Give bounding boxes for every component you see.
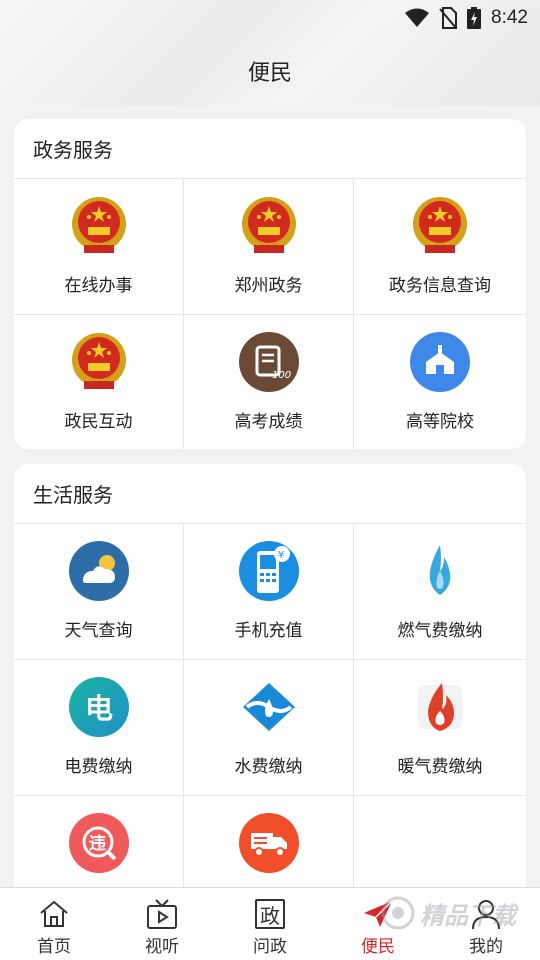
- gas-flame-icon: [409, 540, 471, 602]
- nav-item-mine[interactable]: 我的: [432, 888, 540, 960]
- paper-plane-icon: [362, 898, 394, 930]
- status-bar: 8:42: [405, 6, 528, 30]
- life-services-title: 生活服务: [14, 464, 526, 524]
- life-item-weather[interactable]: 天气查询: [14, 524, 184, 660]
- zheng-glyph: 政: [255, 899, 285, 929]
- exam-score-icon: 100: [238, 331, 300, 393]
- nav-label: 视听: [145, 937, 179, 957]
- gov-item-zhengzhou-affairs[interactable]: 郑州政务: [184, 179, 354, 315]
- life-item-label: 手机充值: [234, 621, 303, 641]
- gov-item-university[interactable]: 高等院校: [354, 315, 526, 449]
- university-icon: [409, 331, 471, 393]
- life-item-label: 燃气费缴纳: [397, 621, 483, 641]
- page-title: 便民: [247, 61, 292, 86]
- no-sim-icon: [439, 7, 458, 29]
- gov-item-label: 高考成绩: [234, 412, 303, 432]
- national-emblem-icon: [409, 195, 471, 257]
- wifi-icon: [405, 8, 430, 28]
- heating-flame-icon: [409, 676, 471, 738]
- gov-item-label: 高等院校: [406, 412, 474, 432]
- tv-play-icon: [146, 898, 178, 930]
- gov-item-online-affairs[interactable]: 在线办事: [14, 179, 184, 315]
- life-item-label: 水费缴纳: [234, 757, 303, 777]
- gov-item-interaction[interactable]: 政民互动: [14, 315, 184, 449]
- svg-text:违: 违: [89, 833, 106, 854]
- life-services-card: 生活服务 天气查询 ¥ 手机充值 燃气费缴纳 电 电费缴纳 水费缴纳 暖气费缴纳…: [14, 464, 526, 904]
- weather-icon: [68, 540, 130, 602]
- life-item-water[interactable]: 水费缴纳: [184, 660, 354, 796]
- life-item-label: 电费缴纳: [64, 757, 133, 777]
- gov-item-label: 在线办事: [64, 276, 133, 296]
- svg-text:电: 电: [85, 692, 113, 725]
- nav-label: 首页: [37, 937, 71, 957]
- life-item-label: 暖气费缴纳: [397, 757, 483, 777]
- national-emblem-icon: [68, 331, 130, 393]
- nav-item-video[interactable]: 视听: [108, 888, 216, 960]
- gov-item-label: 政务信息查询: [389, 276, 491, 296]
- gov-item-info-query[interactable]: 政务信息查询: [354, 179, 526, 315]
- phone-topup-icon: ¥: [238, 540, 300, 602]
- gov-services-card: 政务服务 在线办事 郑州政务 政务信息查询 政民互动 100 高考成绩 高等院校: [14, 119, 526, 449]
- national-emblem-icon: [238, 195, 300, 257]
- truck-icon: [238, 812, 300, 874]
- user-icon: [470, 898, 502, 930]
- electricity-icon: 电: [68, 676, 130, 738]
- zheng-character-icon: 政: [255, 898, 285, 930]
- life-item-label: 天气查询: [64, 621, 133, 641]
- bottom-nav: 首页 视听 政 问政 便民 我的: [0, 887, 540, 960]
- nav-item-home[interactable]: 首页: [0, 888, 108, 960]
- nav-label: 便民: [361, 937, 395, 957]
- gov-item-exam-score[interactable]: 100 高考成绩: [184, 315, 354, 449]
- nav-item-politics[interactable]: 政 问政: [216, 888, 324, 960]
- water-icon: [238, 676, 300, 738]
- life-item-heating[interactable]: 暖气费缴纳: [354, 660, 526, 796]
- gov-item-label: 政民互动: [64, 412, 133, 432]
- svg-text:100: 100: [272, 370, 291, 381]
- status-time: 8:42: [491, 7, 528, 28]
- nav-item-convenience[interactable]: 便民: [324, 888, 432, 960]
- nav-label: 我的: [469, 937, 503, 957]
- life-item-phone-topup[interactable]: ¥ 手机充值: [184, 524, 354, 660]
- home-icon: [38, 898, 70, 930]
- life-item-electricity[interactable]: 电 电费缴纳: [14, 660, 184, 796]
- life-item-gas[interactable]: 燃气费缴纳: [354, 524, 526, 660]
- top-header: 8:42 便民: [0, 0, 540, 106]
- traffic-violation-icon: 违: [68, 812, 130, 874]
- svg-text:¥: ¥: [278, 550, 284, 561]
- gov-services-title: 政务服务: [14, 119, 526, 179]
- nav-label: 问政: [253, 937, 287, 957]
- battery-charging-icon: [467, 7, 482, 29]
- gov-item-label: 郑州政务: [234, 276, 303, 296]
- national-emblem-icon: [68, 195, 130, 257]
